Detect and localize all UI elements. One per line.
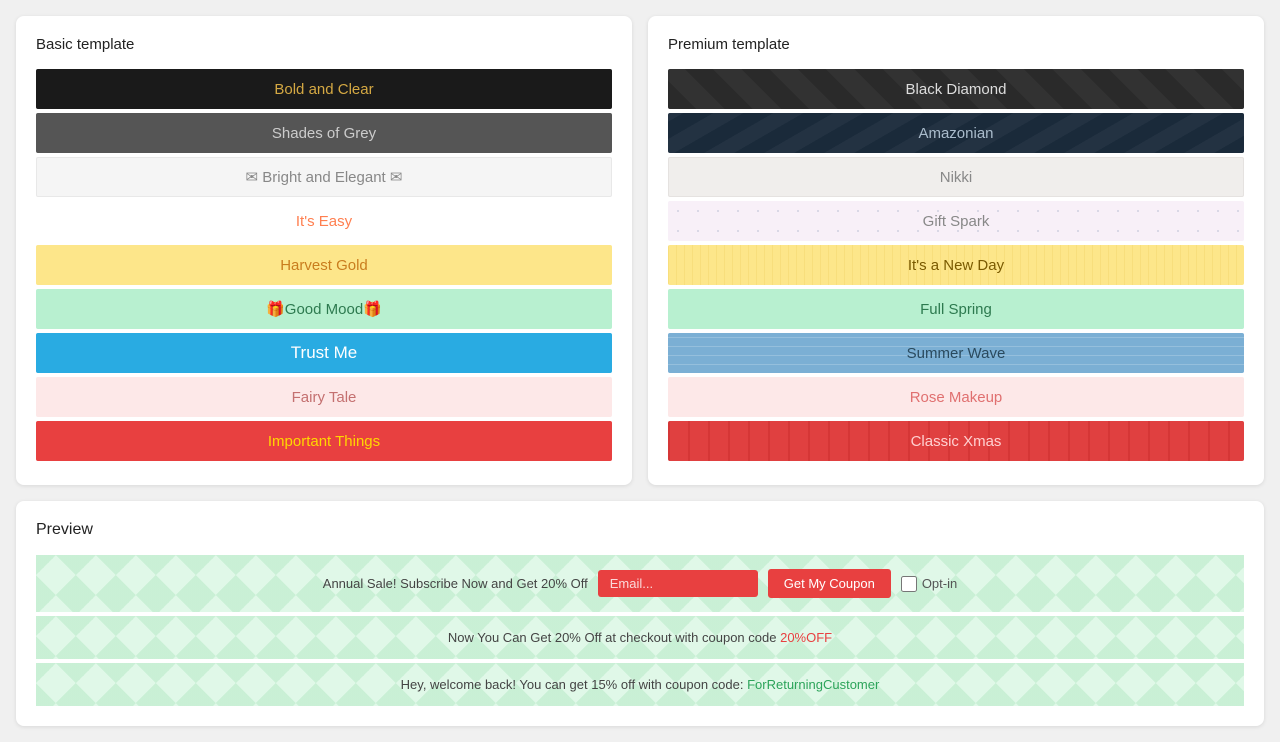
template-item-bold-and-clear[interactable]: Bold and Clear	[36, 69, 612, 109]
template-label-summer-wave: Summer Wave	[907, 345, 1006, 362]
get-coupon-button[interactable]: Get My Coupon	[768, 569, 891, 598]
template-item-classic-xmas[interactable]: Classic Xmas	[668, 421, 1244, 461]
template-row: Basic template Bold and Clear Shades of …	[16, 16, 1264, 485]
template-item-nikki[interactable]: Nikki	[668, 157, 1244, 197]
basic-template-title: Basic template	[36, 36, 612, 53]
template-item-good-mood[interactable]: 🎁Good Mood🎁	[36, 289, 612, 329]
template-label-classic-xmas: Classic Xmas	[911, 433, 1002, 450]
optin-label: Opt-in	[922, 576, 957, 591]
template-item-full-spring[interactable]: Full Spring	[668, 289, 1244, 329]
template-label-its-easy: It's Easy	[296, 213, 352, 230]
preview-banner-1: Annual Sale! Subscribe Now and Get 20% O…	[36, 555, 1244, 612]
preview-banner-2: Now You Can Get 20% Off at checkout with…	[36, 616, 1244, 659]
preview-optin: Opt-in	[901, 576, 957, 592]
template-label-full-spring: Full Spring	[920, 301, 992, 318]
preview-banner3-text: Hey, welcome back! You can get 15% off w…	[401, 677, 880, 692]
template-item-summer-wave[interactable]: Summer Wave	[668, 333, 1244, 373]
template-label-its-a-new-day: It's a New Day	[908, 257, 1004, 274]
banner3-text-before: Hey, welcome back! You can get 15% off w…	[401, 677, 744, 692]
template-item-its-easy[interactable]: It's Easy	[36, 201, 612, 241]
template-item-important-things[interactable]: Important Things	[36, 421, 612, 461]
template-label-black-diamond: Black Diamond	[906, 81, 1007, 98]
template-label-nikki: Nikki	[940, 169, 973, 186]
template-item-bright-and-elegant[interactable]: ✉ Bright and Elegant ✉	[36, 157, 612, 197]
template-label-bold-and-clear: Bold and Clear	[274, 81, 373, 98]
template-label-harvest-gold: Harvest Gold	[280, 257, 368, 274]
template-label-fairy-tale: Fairy Tale	[292, 389, 357, 406]
template-item-harvest-gold[interactable]: Harvest Gold	[36, 245, 612, 285]
template-item-black-diamond[interactable]: Black Diamond	[668, 69, 1244, 109]
template-item-gift-spark[interactable]: Gift Spark	[668, 201, 1244, 241]
banner3-coupon: ForReturningCustomer	[747, 677, 879, 692]
template-label-trust-me: Trust Me	[291, 343, 357, 363]
preview-banner2-text: Now You Can Get 20% Off at checkout with…	[448, 630, 832, 645]
preview-row-1: Annual Sale! Subscribe Now and Get 20% O…	[323, 569, 957, 598]
template-item-amazonian[interactable]: Amazonian	[668, 113, 1244, 153]
basic-template-card: Basic template Bold and Clear Shades of …	[16, 16, 632, 485]
template-label-important-things: Important Things	[268, 433, 380, 450]
preview-banner-3: Hey, welcome back! You can get 15% off w…	[36, 663, 1244, 706]
preview-email-input[interactable]	[598, 570, 758, 597]
template-label-bright-and-elegant: ✉ Bright and Elegant ✉	[246, 168, 403, 186]
template-label-gift-spark: Gift Spark	[923, 213, 990, 230]
preview-card: Preview Annual Sale! Subscribe Now and G…	[16, 501, 1264, 726]
main-container: Basic template Bold and Clear Shades of …	[16, 16, 1264, 726]
preview-banner1-text: Annual Sale! Subscribe Now and Get 20% O…	[323, 576, 588, 591]
premium-template-title: Premium template	[668, 36, 1244, 53]
template-item-shades-of-grey[interactable]: Shades of Grey	[36, 113, 612, 153]
preview-title: Preview	[36, 521, 1244, 539]
template-item-trust-me[interactable]: Trust Me	[36, 333, 612, 373]
template-label-shades-of-grey: Shades of Grey	[272, 125, 376, 142]
template-item-rose-makeup[interactable]: Rose Makeup	[668, 377, 1244, 417]
template-label-rose-makeup: Rose Makeup	[910, 389, 1003, 406]
template-item-fairy-tale[interactable]: Fairy Tale	[36, 377, 612, 417]
banner2-coupon: 20%OFF	[780, 630, 832, 645]
template-label-good-mood: 🎁Good Mood🎁	[266, 300, 382, 318]
template-label-amazonian: Amazonian	[918, 125, 993, 142]
premium-template-card: Premium template Black Diamond Amazonian…	[648, 16, 1264, 485]
template-item-its-a-new-day[interactable]: It's a New Day	[668, 245, 1244, 285]
preview-content: Annual Sale! Subscribe Now and Get 20% O…	[36, 555, 1244, 706]
optin-checkbox[interactable]	[901, 576, 917, 592]
banner2-text-before: Now You Can Get 20% Off at checkout with…	[448, 630, 777, 645]
